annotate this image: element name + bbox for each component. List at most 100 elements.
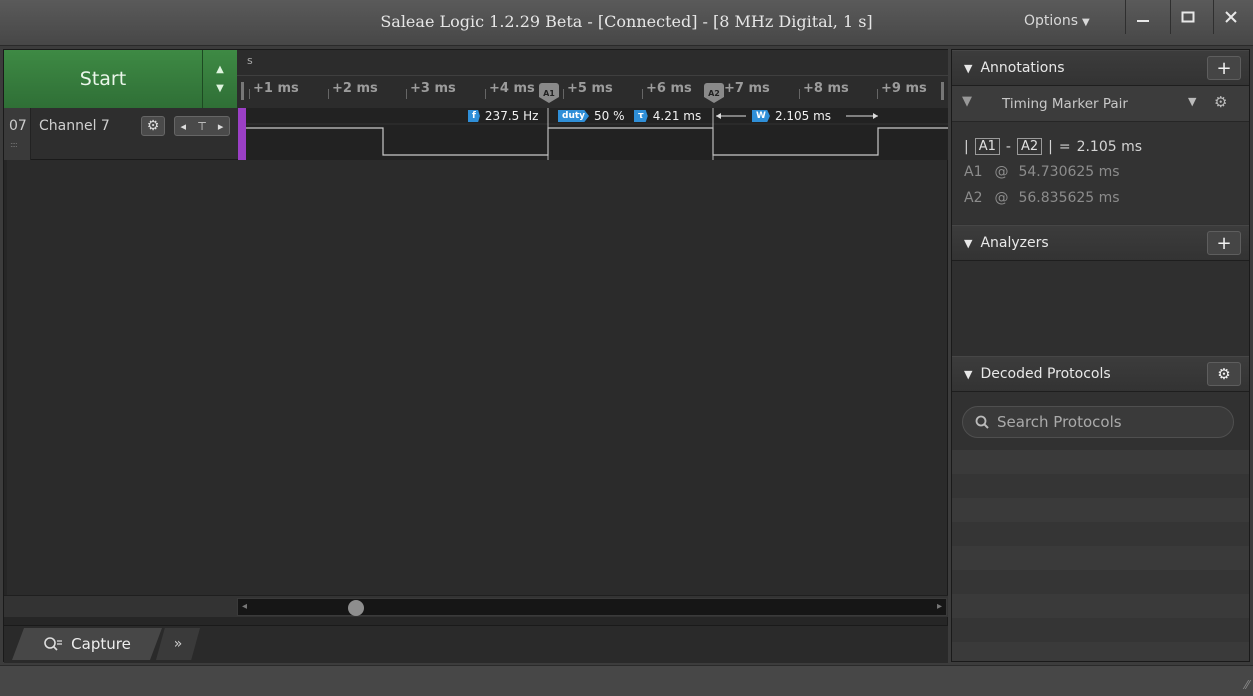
tick-label: +3 ms <box>406 81 456 99</box>
close-button[interactable] <box>1213 0 1247 34</box>
duty-tag: duty <box>558 110 590 122</box>
period-tag: τ <box>634 110 648 122</box>
status-bar: ⁄⁄ <box>0 665 1253 696</box>
marker-a2-position: A2 @56.835625 ms <box>964 190 1120 206</box>
annotations-body: ▼ Timing Marker Pair ▼ ⚙ | A1 - A2 | = 2… <box>952 86 1249 224</box>
collapse-triangle-icon[interactable]: ▼ <box>964 237 972 250</box>
waveform[interactable]: f 237.5 Hz duty 50 % τ 4.21 ms W 2.105 m… <box>246 108 948 160</box>
delta-value: 2.105 ms <box>1076 138 1143 155</box>
channel-name[interactable]: Channel 7 <box>39 118 110 134</box>
minimize-button[interactable] <box>1125 0 1159 34</box>
pin-icon[interactable]: ▼ <box>962 94 972 109</box>
tick-label: +5 ms <box>563 81 613 99</box>
equals-sign: = <box>1058 138 1071 155</box>
chevron-right-icon[interactable]: ▸ <box>218 120 224 133</box>
options-menu[interactable]: Options ▼ <box>1024 13 1090 29</box>
horizontal-scrollbar[interactable]: ◂ ▸ <box>237 598 947 616</box>
period-value: 4.21 ms <box>652 109 702 123</box>
tab-capture[interactable]: Capture <box>12 628 162 660</box>
abs-bar-left: | <box>964 138 969 155</box>
tab-capture-label: Capture <box>71 635 131 653</box>
channel-row[interactable]: 07 :::: Channel 7 ⚙ ◂ ⊤ ▸ f 237.5 Hz dut… <box>4 108 948 160</box>
channel-number-label: 07 <box>9 118 27 134</box>
tick-label: +6 ms <box>642 81 692 99</box>
close-icon <box>1224 11 1237 23</box>
search-icon <box>975 415 989 429</box>
chevron-down-icon: ▼ <box>1082 17 1090 28</box>
scrollbar-thumb[interactable] <box>348 600 364 616</box>
arrow-up-icon: ▲ <box>216 64 224 75</box>
side-panel: ▼ Annotations + ▼ Timing Marker Pair ▼ ⚙ … <box>951 49 1250 662</box>
options-label: Options <box>1024 13 1079 29</box>
search-placeholder: Search Protocols <box>997 413 1122 431</box>
decoded-protocols-settings-button[interactable]: ⚙ <box>1207 362 1241 386</box>
start-options-button[interactable]: ▲ ▼ <box>203 50 237 108</box>
trigger-selector[interactable]: ◂ ⊤ ▸ <box>174 116 230 136</box>
double-chevron-icon: » <box>173 636 183 652</box>
waveform-area[interactable] <box>7 160 947 595</box>
maximize-icon <box>1181 11 1194 23</box>
duty-value: 50 % <box>594 109 625 123</box>
search-list-icon <box>44 637 63 651</box>
chevron-left-icon[interactable]: ◂ <box>181 120 187 133</box>
timing-marker-pair-label: Timing Marker Pair <box>1002 96 1128 112</box>
ruler-edge-left <box>241 82 244 100</box>
gear-icon: ⚙ <box>146 118 160 134</box>
frequency-tag: f <box>468 110 480 122</box>
timing-marker-pair-row[interactable]: ▼ Timing Marker Pair ▼ ⚙ <box>952 86 1249 122</box>
channel-number: 07 <box>4 108 31 160</box>
tick-label: +1 ms <box>249 81 299 99</box>
arrow-down-icon: ▼ <box>216 83 224 94</box>
channel-color-bar <box>238 108 246 160</box>
collapse-triangle-icon[interactable]: ▼ <box>964 62 972 75</box>
dropdown-icon[interactable]: ▼ <box>1188 95 1196 108</box>
annotations-header[interactable]: ▼ Annotations + <box>952 50 1249 86</box>
start-button[interactable]: Start <box>4 50 203 108</box>
resize-grip-icon[interactable]: ⁄⁄ <box>1245 678 1249 692</box>
width-measurement: W 2.105 ms <box>752 109 831 123</box>
gear-icon: ⚙ <box>1217 365 1231 383</box>
plus-icon: + <box>1216 232 1232 254</box>
add-analyzer-button[interactable]: + <box>1207 231 1241 255</box>
decoded-protocols-header[interactable]: ▼ Decoded Protocols ⚙ <box>952 356 1249 392</box>
drag-handle-icon[interactable]: :::: <box>10 140 18 149</box>
ruler-divider <box>237 75 948 76</box>
maximize-button[interactable] <box>1170 0 1204 34</box>
marker-delta: | A1 - A2 | = 2.105 ms <box>964 138 1142 155</box>
scroll-right-icon[interactable]: ▸ <box>937 601 942 612</box>
a2-label: A2 <box>964 190 983 206</box>
minimize-icon <box>1136 20 1149 22</box>
bottom-tab-bar: » Capture <box>4 625 948 663</box>
decoded-protocols-list[interactable] <box>952 450 1249 661</box>
tab-more[interactable]: » <box>156 628 200 660</box>
search-protocols-input[interactable]: Search Protocols <box>962 406 1234 438</box>
timeline-unit: s <box>247 54 253 67</box>
main-panel: Start ▲ ▼ s +1 ms +2 ms +3 ms +4 ms +5 m… <box>3 49 948 663</box>
duty-measurement: duty 50 % <box>558 109 625 123</box>
analyzers-body <box>952 261 1249 356</box>
marker-a1[interactable]: A1 <box>539 83 559 103</box>
tick-label: +2 ms <box>328 81 378 99</box>
frequency-value: 237.5 Hz <box>484 109 539 123</box>
marker-a2[interactable]: A2 <box>704 83 724 103</box>
delta-a2-label: A2 <box>1016 138 1043 155</box>
at-sign: @ <box>994 190 1009 206</box>
analyzers-header[interactable]: ▼ Analyzers + <box>952 225 1249 261</box>
title-bar: Saleae Logic 1.2.29 Beta - [Connected] -… <box>0 0 1253 46</box>
marker-a1-position: A1 @54.730625 ms <box>964 164 1120 180</box>
channel-settings-button[interactable]: ⚙ <box>141 116 165 136</box>
delta-a1-label: A1 <box>974 138 1000 155</box>
frequency-measurement: f 237.5 Hz <box>468 109 538 123</box>
analyzers-title: Analyzers <box>980 235 1049 251</box>
abs-bar-right: | <box>1048 138 1053 155</box>
period-measurement: τ 4.21 ms <box>634 109 701 123</box>
scroll-left-icon[interactable]: ◂ <box>242 601 247 612</box>
decoded-protocols-title: Decoded Protocols <box>980 366 1111 382</box>
tick-label: +4 ms <box>485 81 535 99</box>
falling-edge-icon[interactable]: ⊤ <box>197 120 207 133</box>
add-annotation-button[interactable]: + <box>1207 56 1241 80</box>
timeline-ruler[interactable]: s +1 ms +2 ms +3 ms +4 ms +5 ms +6 ms +7… <box>237 50 948 108</box>
gear-icon[interactable]: ⚙ <box>1214 93 1227 111</box>
tick-label: +8 ms <box>799 81 849 99</box>
collapse-triangle-icon[interactable]: ▼ <box>964 368 972 381</box>
